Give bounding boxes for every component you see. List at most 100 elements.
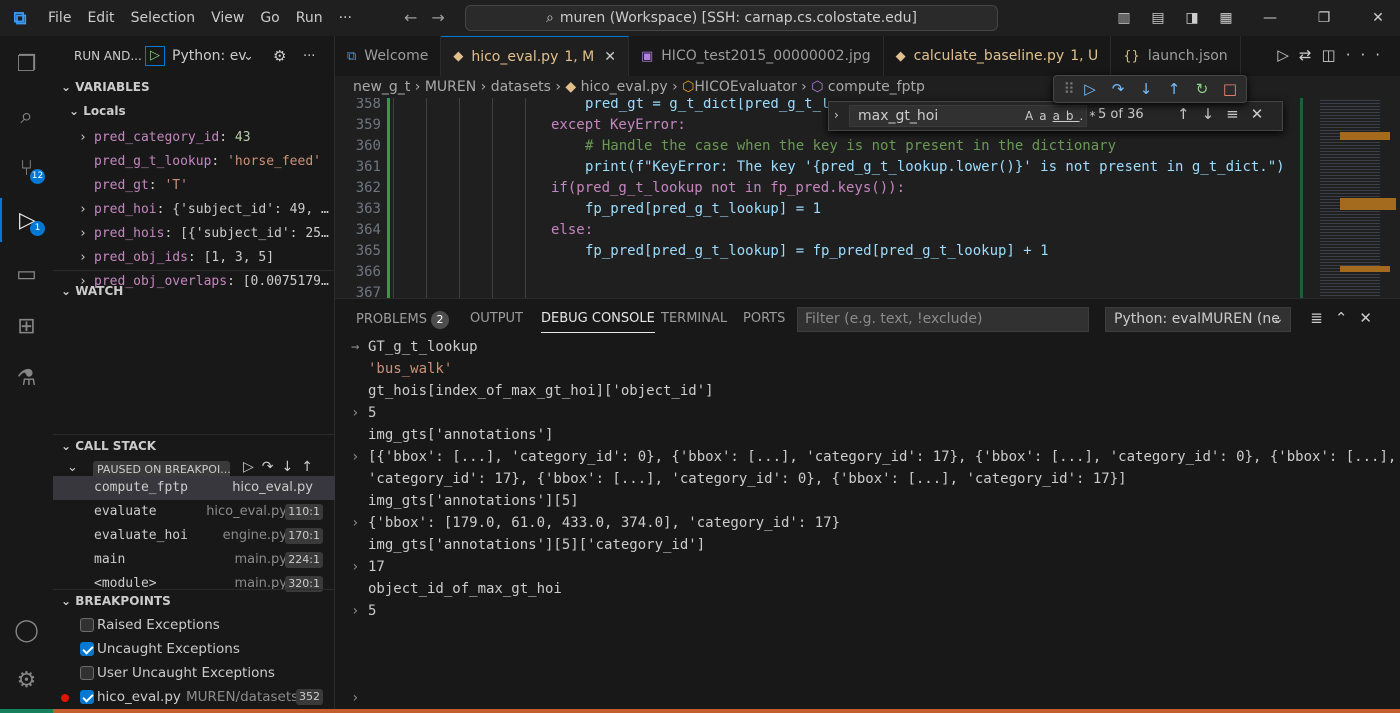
menu-view[interactable]: View — [203, 10, 252, 26]
match-case-icon[interactable]: Aa — [1025, 109, 1053, 123]
settings-gear-icon[interactable]: ⚙ — [0, 658, 53, 702]
console-glyph-icon[interactable]: › — [351, 556, 359, 578]
breakpoint-checkbox[interactable] — [80, 666, 94, 680]
breakpoint-row[interactable]: User Uncaught Exceptions — [53, 661, 335, 685]
explorer-icon[interactable]: ❐ — [0, 42, 53, 86]
callstack-section-header[interactable]: ⌄ CALL STACK — [53, 439, 335, 453]
next-match-icon[interactable]: ↓ — [1202, 105, 1227, 123]
menu-file[interactable]: File — [40, 10, 79, 26]
variables-section-header[interactable]: ⌄ VARIABLES — [53, 80, 335, 94]
crumb-folder[interactable]: new_g_t — [353, 79, 410, 95]
drag-handle-icon[interactable]: ⠿ — [1062, 80, 1076, 98]
breakpoint-file-row[interactable]: hico_eval.py MUREN/datasets 352 — [53, 685, 335, 709]
console-glyph-icon[interactable]: › — [351, 600, 359, 622]
maximize-panel-icon[interactable]: ⌃ — [1335, 309, 1360, 327]
breakpoint-checkbox[interactable] — [80, 690, 94, 704]
restore-icon[interactable]: ❐ — [1302, 10, 1346, 26]
crumb-class[interactable]: HICOEvaluator — [694, 79, 796, 95]
breakpoints-section-header[interactable]: ⌄ BREAKPOINTS — [53, 594, 335, 608]
stack-frame[interactable]: <module> main.py 320:1 — [53, 572, 335, 596]
command-center[interactable]: ⌕ muren (Workspace) [SSH: carnap.cs.colos… — [465, 5, 998, 31]
step-out-icon[interactable]: ↑ — [301, 459, 321, 475]
crumb-file[interactable]: hico_eval.py — [581, 79, 668, 95]
run-file-icon[interactable]: ▷ — [1277, 46, 1299, 64]
clear-console-icon[interactable]: ≣ — [1310, 309, 1335, 327]
more-actions-icon[interactable]: ··· — [303, 49, 315, 64]
menu-edit[interactable]: Edit — [79, 10, 122, 26]
find-in-selection-icon[interactable]: ≡ — [1226, 105, 1251, 123]
variable-row[interactable]: › pred_obj_ids: [1, 3, 5] — [53, 246, 335, 270]
expand-chevron-icon[interactable]: › — [79, 126, 87, 150]
crumb-folder[interactable]: MUREN — [425, 79, 476, 95]
close-panel-icon[interactable]: ✕ — [1359, 309, 1384, 327]
step-over-icon[interactable]: ↷ — [1104, 80, 1132, 98]
tab-hico-eval-py[interactable]: ◆ hico_eval.py 1, M ✕ — [441, 36, 629, 76]
run-debug-icon[interactable]: ▷ 1 — [0, 198, 53, 242]
variable-row[interactable]: › pred_category_id: 43 — [53, 126, 335, 150]
toggle-sidebar-icon[interactable]: ▥ — [1112, 10, 1136, 26]
step-out-icon[interactable]: ↑ — [1160, 80, 1188, 98]
breakpoint-checkbox[interactable] — [80, 642, 94, 656]
close-window-icon[interactable]: ✕ — [1356, 10, 1400, 26]
continue-icon[interactable]: ▷ — [243, 459, 262, 475]
remote-explorer-icon[interactable]: ▭ — [0, 252, 53, 296]
restart-icon[interactable]: ↻ — [1188, 80, 1216, 98]
expand-chevron-icon[interactable]: › — [79, 222, 87, 246]
vscode-logo-icon[interactable]: ⧉ — [0, 8, 40, 29]
testing-icon[interactable]: ⚗ — [0, 356, 53, 400]
debug-session-select[interactable]: Python: evalMUREN (ne ⌄ — [1105, 307, 1291, 332]
tab-debug-console[interactable]: DEBUG CONSOLE — [541, 311, 655, 333]
close-icon[interactable]: ✕ — [1251, 105, 1276, 123]
watch-section-header[interactable]: ⌄ WATCH — [53, 284, 335, 298]
menu-more[interactable]: ··· — [331, 10, 360, 26]
back-arrow-icon[interactable]: ← — [404, 8, 431, 27]
expand-chevron-icon[interactable]: › — [79, 246, 87, 270]
stack-frame[interactable]: evaluate_hoi engine.py 170:1 — [53, 524, 335, 548]
stack-frame[interactable]: compute_fptp hico_eval.py — [53, 476, 335, 500]
step-into-icon[interactable]: ↓ — [1132, 80, 1160, 98]
chevron-down-icon[interactable]: ⌄ — [243, 49, 254, 64]
layout-icon[interactable]: ▦ — [1214, 10, 1238, 26]
start-debug-icon[interactable]: ▷ — [145, 46, 165, 66]
tab-hico-test2015-00000002-jpg[interactable]: ▣ HICO_test2015_00000002.jpg — [629, 36, 884, 76]
breakpoint-row[interactable]: Raised Exceptions — [53, 613, 335, 637]
tab-problems[interactable]: PROBLEMS 2 — [356, 311, 449, 329]
menu-run[interactable]: Run — [288, 10, 331, 26]
breakpoint-checkbox[interactable] — [80, 618, 94, 632]
tab-ports[interactable]: PORTS — [743, 311, 785, 326]
console-glyph-icon[interactable]: › — [351, 512, 359, 534]
account-icon[interactable]: ◯ — [0, 608, 53, 652]
stack-frame[interactable]: main main.py 224:1 — [53, 548, 335, 572]
tab-output[interactable]: OUTPUT — [470, 311, 523, 326]
tab-terminal[interactable]: TERMINAL — [661, 311, 727, 326]
console-glyph-icon[interactable]: › — [351, 402, 359, 424]
locals-scope[interactable]: ⌄ Locals — [53, 104, 335, 118]
menu-go[interactable]: Go — [252, 10, 287, 26]
forward-arrow-icon[interactable]: → — [431, 8, 458, 27]
crumb-method[interactable]: compute_fptp — [828, 79, 925, 95]
debug-config-select[interactable]: Python: ev — [172, 48, 247, 64]
previous-match-icon[interactable]: ↑ — [1177, 105, 1202, 123]
debug-console-output[interactable]: › → GT_g_t_lookup 'bus_walk' gt_hois[index_… — [335, 340, 1400, 713]
variable-row[interactable]: › pred_hois: [{'subject_id': 25… — [53, 222, 335, 246]
more-icon[interactable]: ··· — [1346, 46, 1390, 64]
remote-indicator[interactable] — [0, 709, 53, 713]
open-launch-json-icon[interactable]: ⚙ — [273, 47, 286, 65]
extensions-icon[interactable]: ⊞ — [0, 304, 53, 348]
search-view-icon[interactable]: ⌕ — [0, 94, 53, 138]
minimize-icon[interactable]: — — [1248, 10, 1292, 26]
breakpoint-row[interactable]: Uncaught Exceptions — [53, 637, 335, 661]
toggle-secondary-sidebar-icon[interactable]: ◨ — [1180, 10, 1204, 26]
close-icon[interactable]: ✕ — [604, 49, 616, 65]
expand-chevron-icon[interactable]: › — [79, 198, 87, 222]
variable-row[interactable]: pred_g_t_lookup: 'horse_feed' — [53, 150, 335, 174]
tab-launch-json[interactable]: {} launch.json — [1111, 36, 1241, 76]
stop-icon[interactable]: □ — [1216, 80, 1244, 98]
console-filter-input[interactable]: Filter (e.g. text, !exclude) — [797, 307, 1089, 332]
tab-welcome[interactable]: ⧉ Welcome — [335, 36, 442, 76]
crumb-folder[interactable]: datasets — [491, 79, 551, 95]
chevron-right-icon[interactable]: › — [834, 108, 839, 122]
menu-selection[interactable]: Selection — [123, 10, 204, 26]
minimap[interactable] — [1300, 98, 1400, 298]
step-over-icon[interactable]: ↷ — [262, 459, 282, 475]
